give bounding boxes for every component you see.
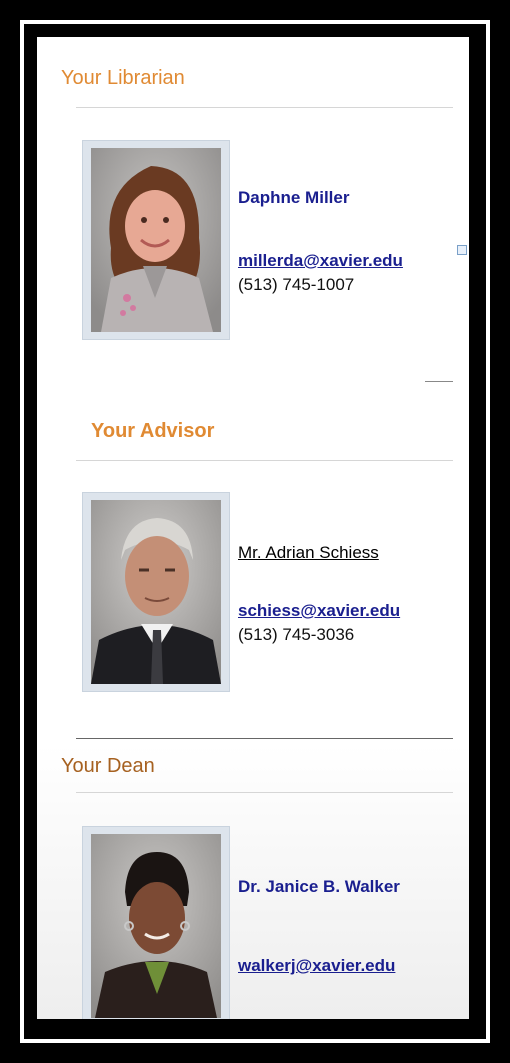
advisor-email-link[interactable]: schiess@xavier.edu <box>238 601 400 621</box>
dean-photo[interactable] <box>91 834 221 1018</box>
divider <box>76 107 453 108</box>
divider <box>425 381 453 382</box>
dean-heading: Your Dean <box>61 755 155 777</box>
librarian-photo[interactable] <box>91 148 221 332</box>
divider <box>76 792 453 793</box>
advisor-heading: Your Advisor <box>91 420 215 442</box>
librarian-phone: (513) 745-1007 <box>238 275 355 294</box>
dean-photo-frame <box>82 826 230 1019</box>
librarian-heading: Your Librarian <box>61 67 185 89</box>
contacts-panel: Your Librarian Daphne Miller millerda@xa… <box>37 37 469 1019</box>
advisor-name[interactable]: Mr. Adrian Schiess <box>238 542 448 563</box>
advisor-phone: (513) 745-3036 <box>238 625 355 644</box>
advisor-photo-frame <box>82 492 230 692</box>
divider <box>76 460 453 461</box>
dean-name[interactable]: Dr. Janice B. Walker <box>238 876 448 897</box>
mail-icon <box>457 245 467 255</box>
divider <box>76 738 453 739</box>
librarian-photo-frame <box>82 140 230 340</box>
advisor-photo[interactable] <box>91 500 221 684</box>
librarian-email-link[interactable]: millerda@xavier.edu <box>238 251 403 271</box>
dean-email-link[interactable]: walkerj@xavier.edu <box>238 956 395 976</box>
librarian-name[interactable]: Daphne Miller <box>238 187 448 208</box>
